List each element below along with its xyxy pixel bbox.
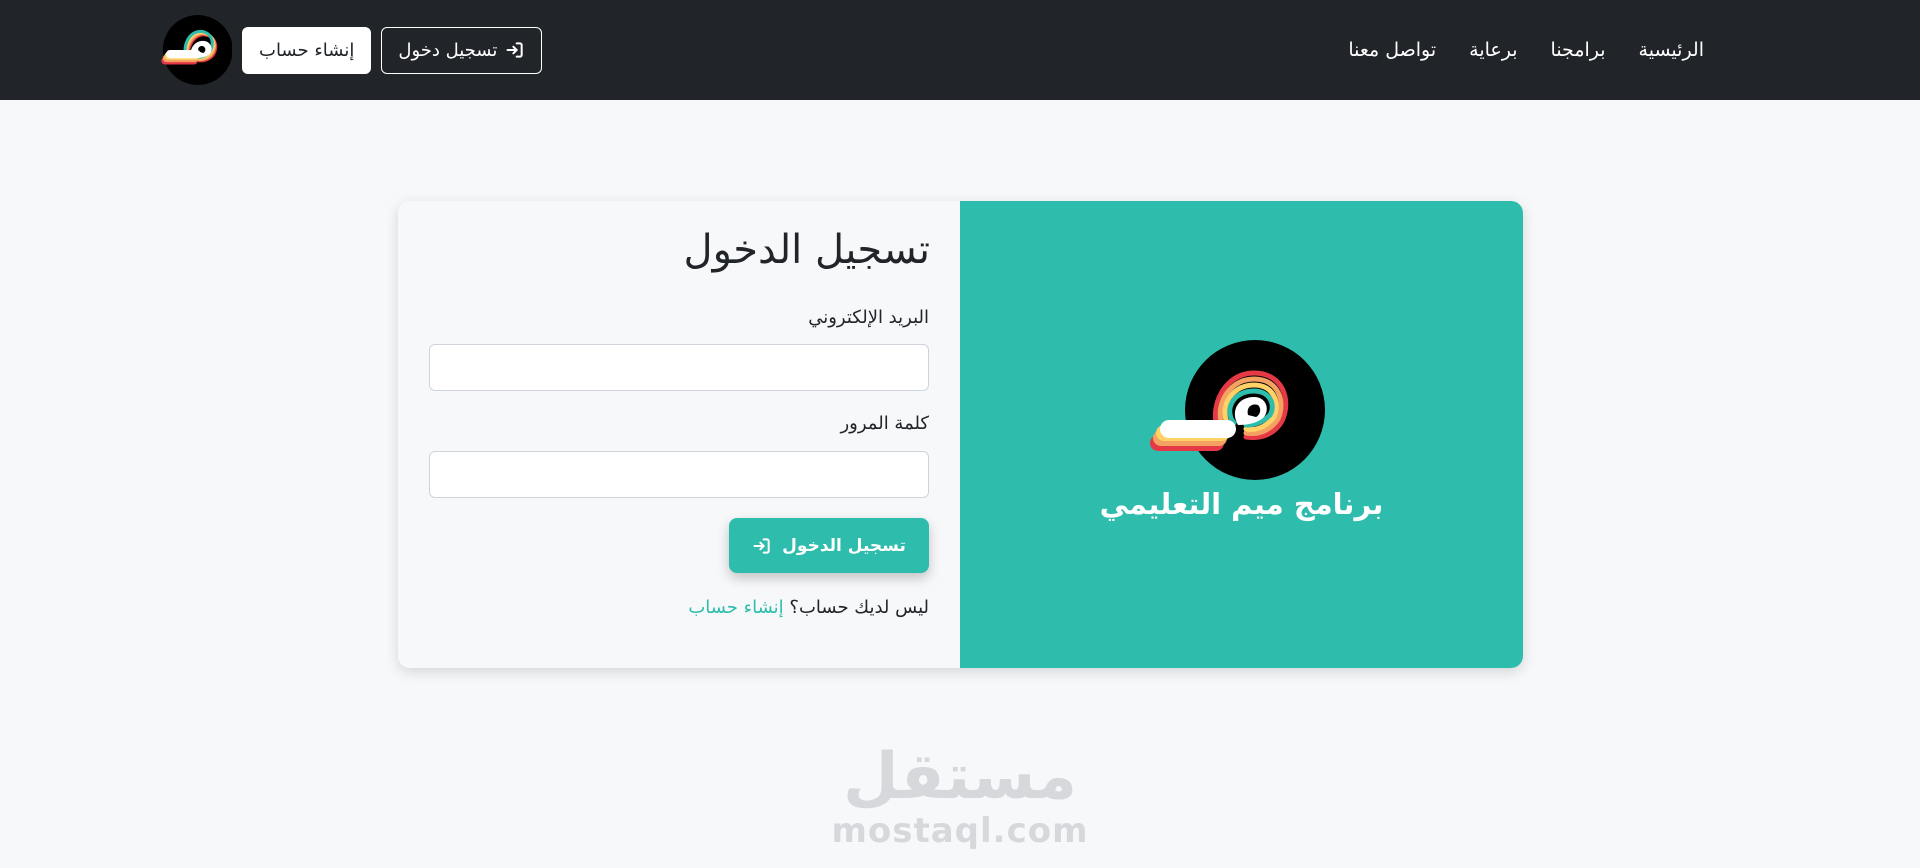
email-field[interactable]: [429, 344, 929, 391]
login-title: تسجيل الدخول: [683, 227, 930, 273]
nav-link-contact[interactable]: تواصل معنا: [1348, 39, 1436, 61]
navbar: الرئيسية برامجنا برعاية تواصل معنا إنشاء…: [0, 0, 1920, 100]
meem-logo-icon[interactable]: [156, 12, 232, 88]
brand-panel: برنامج ميم التعليمي: [960, 201, 1523, 668]
email-label: البريد الإلكتروني: [808, 307, 929, 328]
password-label: كلمة المرور: [840, 413, 929, 434]
register-button[interactable]: إنشاء حساب: [242, 26, 372, 74]
signup-prompt: ليس لديك حساب؟ إنشاء حساب: [688, 597, 929, 618]
watermark-arabic: مستقل: [842, 740, 1078, 814]
password-field[interactable]: [429, 451, 929, 498]
no-account-text: ليس لديك حساب؟: [789, 597, 929, 618]
login-button[interactable]: تسجيل دخول: [381, 26, 543, 74]
sign-in-icon: [506, 42, 524, 58]
brand-name: برنامج ميم التعليمي: [1099, 487, 1384, 521]
nav-link-programs[interactable]: برامجنا: [1551, 39, 1606, 61]
nav-link-sponsorship[interactable]: برعاية: [1469, 39, 1517, 61]
submit-login-button[interactable]: تسجيل الدخول: [729, 518, 929, 573]
login-button-label: تسجيل دخول: [398, 39, 498, 61]
main-nav: الرئيسية برامجنا برعاية تواصل معنا: [1348, 0, 1704, 100]
sign-in-icon: [753, 537, 770, 554]
nav-link-home[interactable]: الرئيسية: [1639, 39, 1704, 61]
mostaql-watermark: مستقل mostaql.com: [760, 742, 1160, 850]
login-form-panel: تسجيل الدخول البريد الإلكتروني كلمة المر…: [398, 201, 960, 668]
login-card: تسجيل الدخول البريد الإلكتروني كلمة المر…: [398, 201, 1523, 668]
submit-login-label: تسجيل الدخول: [782, 535, 906, 556]
watermark-latin: mostaql.com: [831, 811, 1089, 851]
register-button-label: إنشاء حساب: [259, 39, 355, 61]
create-account-link[interactable]: إنشاء حساب: [688, 597, 783, 618]
nav-actions: إنشاء حساب تسجيل دخول: [156, 0, 543, 100]
meem-logo-icon: [1150, 340, 1325, 480]
